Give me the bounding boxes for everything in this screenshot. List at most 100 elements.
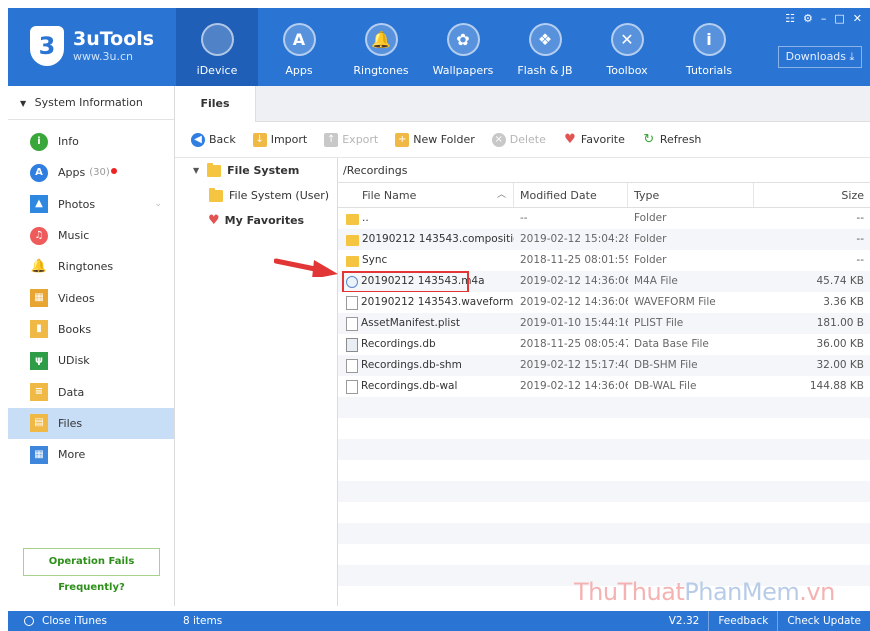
empty-row: [338, 460, 870, 481]
path-bar: /Recordings: [338, 158, 870, 183]
sidebar-item-books[interactable]: ▮ Books: [8, 314, 174, 345]
empty-row: [338, 397, 870, 418]
table-header: File Name ︿ Modified Date Type Size: [338, 183, 870, 208]
box-icon: ❖: [528, 23, 562, 56]
nav-tutorials[interactable]: i Tutorials: [668, 8, 750, 86]
sidebar: ▼ System Information i Info A Apps (30) ▲ Phot…: [8, 86, 175, 606]
close-icon[interactable]: ✕: [853, 12, 862, 25]
folder-icon: [207, 162, 222, 177]
sidebar-item-files[interactable]: ▤ Files: [8, 407, 174, 439]
chevron-down-icon[interactable]: ⌄: [154, 199, 162, 209]
nav-apps[interactable]: A Apps: [258, 8, 340, 86]
empty-row: [338, 439, 870, 460]
export-button[interactable]: ↑ Export: [324, 132, 378, 147]
file-size: --: [856, 233, 864, 245]
sidebar-item-udisk[interactable]: ψ UDisk: [8, 345, 174, 376]
table-row[interactable]: 20190212 143543.waveform 2019-02-12 14:36…: [338, 292, 870, 313]
table-row[interactable]: AssetManifest.plist 2019-01-10 15:44:16 PL…: [338, 313, 870, 334]
tree-item-file-system[interactable]: ▼ File System: [175, 158, 337, 183]
table-row[interactable]: Sync 2018-11-25 08:01:59 Folder --: [338, 250, 870, 271]
table-row[interactable]: 20190212 143543.composition 2019-02-12 15…: [338, 229, 870, 250]
nav-ringtones[interactable]: 🔔 Ringtones: [340, 8, 422, 86]
sidebar-item-data[interactable]: ≡ Data: [8, 376, 174, 407]
file-type: DB-SHM File: [634, 359, 698, 371]
file-name: 20190212 143543.waveform: [361, 296, 514, 308]
import-button[interactable]: ↓ Import: [252, 132, 307, 147]
nav-flash-jb[interactable]: ❖ Flash & JB: [504, 8, 586, 86]
back-button[interactable]: ◀ Back: [191, 132, 236, 147]
notification-dot: [110, 167, 117, 174]
feedback-button[interactable]: Feedback: [708, 611, 777, 631]
minimize-icon[interactable]: –: [821, 12, 827, 25]
table-row[interactable]: 20190212 143543.m4a 2019-02-12 14:36:06 M4…: [338, 271, 870, 292]
file-type: DB-WAL File: [634, 380, 697, 392]
file-name: Sync: [362, 254, 388, 266]
operation-fails-button[interactable]: Operation Fails Frequently?: [23, 548, 160, 593]
maximize-icon[interactable]: □: [834, 12, 844, 25]
table-row[interactable]: .. -- Folder --: [338, 208, 870, 229]
sidebar-item-more[interactable]: ▦ More: [8, 439, 174, 470]
favorite-button[interactable]: ♥ Favorite: [563, 132, 625, 147]
folder-icon: [346, 213, 359, 225]
system-information-header[interactable]: ▼ System Information: [8, 86, 174, 120]
sidebar-item-photos[interactable]: ▲ Photos ⌄: [8, 189, 174, 220]
table-row[interactable]: Recordings.db-wal 2019-02-12 14:36:06 DB-W…: [338, 376, 870, 397]
column-type[interactable]: Type: [628, 183, 754, 207]
delete-button[interactable]: × Delete: [491, 132, 546, 147]
sidebar-item-label: Books: [58, 322, 92, 336]
modified-date: 2019-01-10 15:44:16: [520, 317, 628, 329]
folder-icon: [346, 234, 359, 246]
column-file-name[interactable]: File Name ︿: [338, 183, 514, 207]
back-icon: ◀: [191, 132, 205, 147]
sidebar-item-label: Files: [58, 416, 83, 430]
nav-label: Apps: [285, 64, 313, 77]
sidebar-item-ringtones[interactable]: 🔔 Ringtones: [8, 251, 174, 282]
file-size: 45.74 KB: [816, 275, 865, 287]
heart-icon: ♥: [208, 213, 220, 228]
close-itunes-button[interactable]: Close iTunes: [24, 611, 107, 631]
nav-toolbox[interactable]: ✕ Toolbox: [586, 8, 668, 86]
skin-menu-icon[interactable]: ☷: [785, 12, 795, 25]
sidebar-item-info[interactable]: i Info: [8, 126, 174, 157]
nav-label: Ringtones: [353, 64, 409, 77]
tree-label-my-favorites: My Favorites: [224, 214, 305, 227]
bell-icon: 🔔: [30, 258, 48, 274]
modified-date: 2019-02-12 15:17:40: [520, 359, 628, 371]
file-size: 36.00 KB: [816, 338, 865, 350]
refresh-button[interactable]: ↻ Refresh: [642, 131, 702, 147]
column-size[interactable]: Size: [754, 183, 870, 207]
tree-item-file-system-user[interactable]: File System (User): [175, 183, 337, 208]
table-row[interactable]: Recordings.db-shm 2019-02-12 15:17:40 DB-S…: [338, 355, 870, 376]
downloads-button[interactable]: Downloads ⤓: [778, 46, 862, 68]
book-icon: ▮: [30, 320, 48, 339]
column-modified-date[interactable]: Modified Date: [514, 183, 628, 207]
new-folder-icon: +: [395, 132, 410, 147]
modified-date: 2019-02-12 14:36:06: [520, 275, 628, 287]
table-row[interactable]: Recordings.db 2018-11-25 08:05:47 Data Bas…: [338, 334, 870, 355]
app-url: www.3u.cn: [73, 50, 133, 63]
sidebar-item-label: Apps: [58, 166, 86, 180]
toolbar-label: Refresh: [659, 133, 702, 146]
logo-shield-icon: 3: [30, 26, 64, 66]
toolbar-label: Back: [209, 133, 236, 146]
check-update-button[interactable]: Check Update: [777, 611, 870, 631]
top-header: 3 3uTools www.3u.cn iDevice A Apps 🔔 Rington…: [8, 8, 870, 86]
file-name: 20190212 143543.composition: [362, 233, 514, 245]
sidebar-item-apps[interactable]: A Apps (30): [8, 157, 174, 188]
nav-idevice[interactable]: iDevice: [176, 8, 258, 86]
sort-up-icon: ︿: [496, 190, 506, 200]
sidebar-item-videos[interactable]: ▦ Videos: [8, 282, 174, 313]
import-icon: ↓: [252, 132, 267, 147]
apps-icon: A: [282, 23, 316, 56]
nav-label: iDevice: [196, 64, 238, 77]
info-icon: i: [692, 23, 726, 56]
settings-icon[interactable]: ⚙: [803, 12, 813, 25]
modified-date: --: [520, 212, 528, 224]
watermark: ThuThuatPhanMem.vn: [574, 578, 835, 606]
sidebar-item-music[interactable]: ♫ Music: [8, 220, 174, 251]
tab-files[interactable]: Files: [175, 86, 256, 122]
tree-item-my-favorites[interactable]: ♥ My Favorites: [175, 208, 337, 233]
refresh-icon: ↻: [643, 131, 655, 147]
new-folder-button[interactable]: + New Folder: [395, 132, 475, 147]
nav-wallpapers[interactable]: ✿ Wallpapers: [422, 8, 504, 86]
